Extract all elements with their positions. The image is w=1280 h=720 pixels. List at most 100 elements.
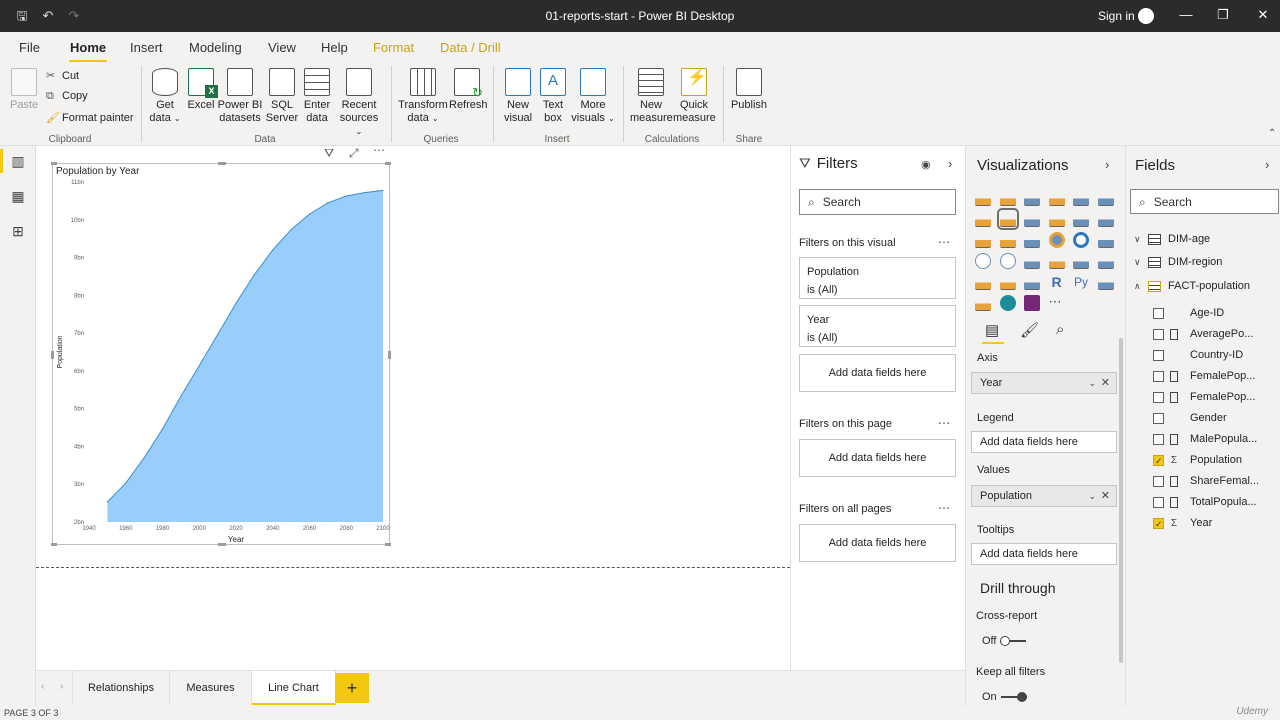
prev-page-icon[interactable]: ‹ [41, 681, 44, 692]
table-visual-icon[interactable] [999, 274, 1016, 290]
tab-home[interactable]: Home [68, 40, 108, 63]
matrix-icon[interactable] [1024, 274, 1040, 290]
data-view-icon[interactable]: ▦ [10, 188, 26, 204]
stacked-bar-chart-icon[interactable] [975, 190, 991, 206]
table-fact-population[interactable]: ∧ FACT-population [1134, 278, 1250, 294]
add-page-button[interactable]: + [335, 673, 369, 703]
cut-button[interactable]: ✂ Cut [46, 69, 79, 82]
stacked-column-chart-icon[interactable] [999, 190, 1016, 206]
field-item[interactable]: Age-ID [1153, 305, 1224, 321]
resize-handle-left[interactable] [51, 351, 54, 359]
values-field-pill[interactable]: Population ⌄ ✕ [971, 485, 1117, 507]
visual-filter-drop-zone[interactable]: Add data fields here [799, 354, 956, 392]
table-dim-age[interactable]: ∨ DIM-age [1134, 231, 1210, 247]
focus-mode-icon[interactable]: ⤢ [349, 146, 359, 161]
field-item[interactable]: Country-ID [1153, 347, 1243, 363]
collapse-ribbon-icon[interactable]: ⌃ [1268, 128, 1276, 139]
python-visual-icon[interactable]: Py [1073, 274, 1089, 290]
resize-handle-right[interactable] [388, 351, 391, 359]
next-page-icon[interactable]: › [60, 681, 63, 692]
analytics-icon[interactable]: ⌕ [1056, 321, 1064, 338]
resize-handle-bottom[interactable] [218, 543, 226, 546]
percent-column-chart-icon[interactable] [1097, 190, 1114, 206]
resize-handle-top-right[interactable] [385, 162, 391, 165]
field-item[interactable]: Σ Population [1153, 452, 1242, 469]
donut-chart-icon[interactable] [1073, 232, 1089, 248]
more-options-icon[interactable]: ⋯ [938, 235, 951, 249]
tab-data-drill[interactable]: Data / Drill [440, 40, 501, 55]
restore-icon[interactable]: ❐ [1215, 7, 1231, 25]
tab-file[interactable]: File [19, 40, 40, 55]
tooltips-drop-zone[interactable]: Add data fields here [971, 543, 1117, 565]
field-item[interactable]: ShareFemal... [1153, 473, 1259, 489]
funnel-chart-icon[interactable] [999, 232, 1016, 248]
field-checkbox[interactable] [1153, 496, 1164, 508]
field-item[interactable]: MalePopula... [1153, 431, 1257, 447]
percent-bar-chart-icon[interactable] [1073, 190, 1089, 206]
field-item[interactable]: TotalPopula... [1153, 494, 1257, 510]
transform-data-button[interactable]: Transform data ⌄ [398, 68, 448, 125]
more-visuals-button[interactable]: More visuals ⌄ [571, 68, 615, 125]
line-clustered-column-icon[interactable] [1073, 211, 1089, 227]
field-checkbox[interactable] [1153, 433, 1164, 445]
table-dim-region[interactable]: ∨ DIM-region [1134, 254, 1222, 270]
more-visuals-icon[interactable]: ⋯ [1049, 295, 1065, 311]
tab-view[interactable]: View [268, 40, 296, 55]
page-tab-relationships[interactable]: Relationships [72, 671, 170, 705]
page-filter-drop-zone[interactable]: Add data fields here [799, 439, 956, 477]
map-icon[interactable] [975, 253, 991, 269]
cross-report-toggle[interactable]: Off [982, 635, 1027, 647]
power-apps-icon[interactable] [1024, 295, 1040, 311]
filters-search-input[interactable]: ⌕ Search [799, 189, 956, 215]
area-chart-icon[interactable] [996, 208, 1019, 230]
key-influencers-icon[interactable] [1097, 274, 1114, 290]
more-options-icon[interactable]: ⋯ [373, 143, 385, 157]
page-tab-line-chart[interactable]: Line Chart [252, 671, 336, 705]
report-view-icon[interactable]: ▥ [0, 149, 26, 173]
fields-search-input[interactable]: ⌕ Search [1130, 189, 1279, 214]
filter-card-population[interactable]: Population is (All) [799, 257, 956, 299]
remove-field-icon[interactable]: ✕ [1101, 486, 1110, 506]
chevron-down-icon[interactable]: ⌄ [1088, 486, 1096, 506]
sql-server-button[interactable]: SQL Server [265, 68, 299, 125]
scatter-chart-icon[interactable] [1024, 232, 1040, 248]
tab-help[interactable]: Help [321, 40, 348, 55]
legend-drop-zone[interactable]: Add data fields here [971, 431, 1117, 453]
keep-filters-toggle[interactable]: On [982, 691, 1027, 703]
field-checkbox[interactable] [1153, 328, 1164, 340]
filter-card-year[interactable]: Year is (All) [799, 305, 956, 347]
arcgis-map-icon[interactable] [999, 295, 1016, 311]
chevron-down-icon[interactable]: ⌄ [1088, 373, 1096, 393]
collapse-fields-icon[interactable]: › [1265, 157, 1269, 172]
text-box-button[interactable]: A Text box [538, 68, 568, 125]
field-checkbox[interactable] [1153, 307, 1164, 319]
eye-icon[interactable]: ◉ [921, 158, 931, 171]
field-item[interactable]: AveragePo... [1153, 326, 1253, 342]
fields-well-icon[interactable]: ▤ [985, 321, 999, 339]
card-icon[interactable] [1048, 253, 1065, 269]
tab-format[interactable]: Format [373, 40, 414, 55]
page-tab-measures[interactable]: Measures [170, 671, 252, 705]
field-checkbox[interactable] [1153, 370, 1164, 382]
copy-button[interactable]: ⧉ Copy [46, 90, 88, 103]
kpi-icon[interactable] [1097, 253, 1114, 269]
line-column-chart-icon[interactable] [1048, 211, 1065, 227]
resize-handle-bottom-right[interactable] [385, 543, 391, 546]
enter-data-button[interactable]: Enter data [301, 68, 333, 125]
get-data-button[interactable]: Get data ⌄ [146, 68, 184, 125]
field-checkbox[interactable] [1153, 516, 1164, 532]
slicer-icon[interactable] [975, 274, 991, 290]
report-canvas[interactable]: ⛛ ⤢ ⋯ Population by Year 2bn 3bn 4bn 5bn 6bn… [36, 143, 790, 670]
field-checkbox[interactable] [1153, 391, 1164, 403]
r-visual-icon[interactable]: R [1049, 274, 1065, 290]
collapse-visualizations-icon[interactable]: › [1105, 157, 1109, 172]
tab-modeling[interactable]: Modeling [189, 40, 242, 55]
field-item[interactable]: Gender [1153, 410, 1227, 426]
remove-field-icon[interactable]: ✕ [1101, 373, 1110, 393]
pie-chart-icon[interactable] [1048, 232, 1065, 248]
gauge-icon[interactable] [1024, 253, 1040, 269]
collapse-filters-icon[interactable]: › [948, 156, 952, 171]
visualizations-scrollbar[interactable] [1119, 338, 1123, 663]
new-measure-button[interactable]: New measure [630, 68, 673, 125]
sign-in-link[interactable]: Sign in [1098, 9, 1135, 23]
